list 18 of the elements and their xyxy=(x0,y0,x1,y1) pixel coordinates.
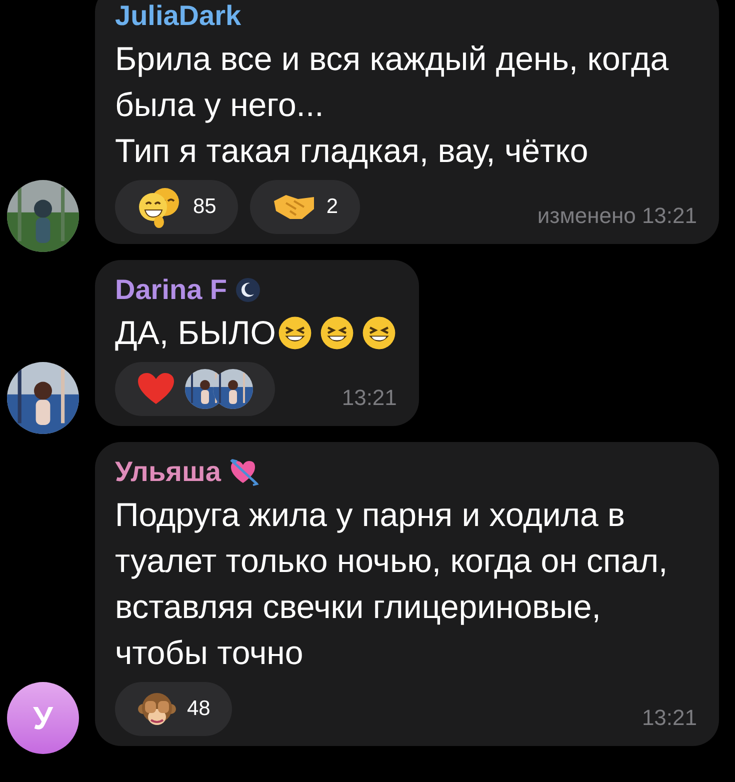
heart-with-arrow-icon xyxy=(228,458,259,486)
laughing-face-icon xyxy=(318,315,355,351)
author-name[interactable]: Darina F xyxy=(115,274,228,306)
reaction-chip[interactable]: 85 xyxy=(115,180,238,234)
message-time: 13:21 xyxy=(642,704,697,732)
reaction-chip[interactable]: 2 xyxy=(250,180,360,234)
message-text: ДА, БЫЛО xyxy=(115,313,276,353)
message-text: Подруга жила у парня и ходила в туалет только ночью, когда он спал, вставляя свечки глицериновые, чтобы точно xyxy=(115,495,669,673)
laughing-face-icon xyxy=(360,315,397,351)
laughing-face-icon xyxy=(276,315,313,351)
author-name[interactable]: Ульяша xyxy=(115,456,221,488)
message-time: изменено 13:21 xyxy=(537,202,697,230)
message-time: 13:21 xyxy=(342,384,397,412)
reaction-chip[interactable]: 48 xyxy=(115,682,232,736)
heart-icon xyxy=(137,372,175,406)
moon-icon xyxy=(235,277,262,303)
author-name[interactable]: JuliaDark xyxy=(115,0,242,32)
message-text: Брила все и вся каждый день, когда была у него... Тип я такая гладкая, вау, чётко xyxy=(115,39,670,171)
